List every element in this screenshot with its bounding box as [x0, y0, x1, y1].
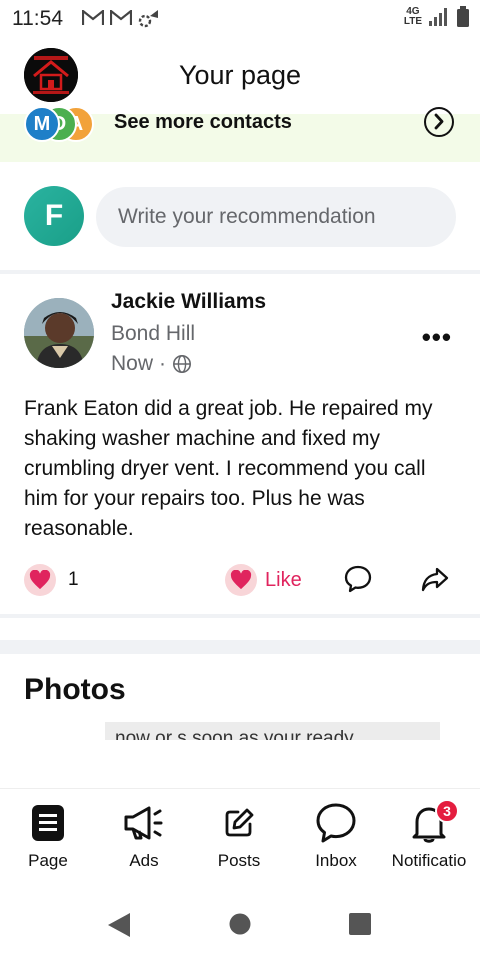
chat-bubble-icon [288, 801, 384, 845]
system-navigation-bar [0, 882, 480, 960]
status-time: 11:54 [12, 7, 63, 30]
heart-icon [225, 564, 257, 596]
bottom-tab-bar: Page Ads Posts Inbox 3 Notificatio [0, 788, 480, 882]
status-bar: 11:54 4G LTE [0, 0, 480, 38]
back-icon[interactable] [106, 912, 132, 938]
tab-label: Ads [129, 851, 159, 870]
post-body: Frank Eaton did a great job. He repaired… [24, 397, 433, 540]
post-meta: Now · [111, 352, 192, 376]
recommendation-input[interactable]: Write your recommendation [96, 187, 456, 247]
globe-icon [173, 355, 192, 373]
page-title: Your page [178, 60, 302, 90]
chevron-right-icon[interactable] [424, 107, 454, 137]
status-system-icons: 4G LTE [404, 6, 470, 28]
photo-caption-preview[interactable]: now or s soon as your ready [105, 722, 440, 740]
home-icon[interactable] [229, 913, 251, 935]
user-avatar[interactable]: F [24, 186, 84, 246]
author-location: Bond Hill [111, 322, 196, 345]
tab-notifications[interactable]: 3 Notificatio [381, 799, 477, 871]
tab-inbox[interactable]: Inbox [288, 801, 384, 871]
like-button[interactable]: Like [225, 564, 302, 596]
reaction-summary[interactable]: 1 [24, 564, 79, 596]
contact-avatar: M [24, 106, 60, 142]
notification-badge: 3 [435, 799, 459, 823]
tab-label: Notificatio [391, 851, 467, 870]
page-icon [0, 801, 96, 845]
gmail-icon [82, 10, 104, 25]
photos-section: Photos now or s soon as your ready [0, 655, 480, 785]
gmail-icon [110, 10, 132, 25]
megaphone-icon [96, 801, 192, 845]
battery-icon [457, 6, 469, 27]
author-name[interactable]: Jackie Williams [111, 290, 266, 314]
tab-label: Inbox [315, 851, 357, 870]
like-label: Like [265, 568, 302, 591]
more-options-icon[interactable]: ••• [422, 322, 452, 353]
recent-apps-icon[interactable] [349, 913, 371, 935]
settings-wifi-icon [138, 10, 158, 28]
share-icon[interactable] [420, 564, 452, 596]
tab-posts[interactable]: Posts [191, 801, 287, 871]
contact-avatars: A D M [24, 106, 104, 146]
network-type: 4G LTE [403, 6, 422, 27]
heart-reaction-icon [24, 564, 56, 596]
edit-icon [191, 801, 287, 845]
status-notification-icons [82, 8, 160, 28]
author-avatar[interactable] [24, 298, 94, 368]
reaction-count: 1 [68, 569, 79, 590]
section-divider [0, 640, 480, 654]
tab-page[interactable]: Page [0, 801, 96, 871]
signal-icon [429, 8, 447, 26]
meta-separator: · [159, 352, 167, 375]
page-header: Your page [0, 38, 480, 114]
divider [0, 614, 480, 618]
author-photo [24, 298, 94, 368]
tab-ads[interactable]: Ads [96, 801, 192, 871]
comment-icon[interactable] [343, 564, 375, 596]
see-more-contacts-banner[interactable]: A D M See more contacts [0, 106, 480, 162]
see-more-contacts-label: See more contacts [114, 111, 292, 133]
bell-icon: 3 [381, 799, 477, 845]
tab-label: Page [28, 851, 68, 870]
tab-label: Posts [217, 851, 261, 870]
photos-heading: Photos [24, 673, 126, 706]
post-time: Now [111, 352, 154, 375]
recommendation-post: Jackie Williams Bond Hill Now · ••• Fran… [0, 274, 480, 614]
recommendation-composer: F Write your recommendation [0, 162, 480, 270]
